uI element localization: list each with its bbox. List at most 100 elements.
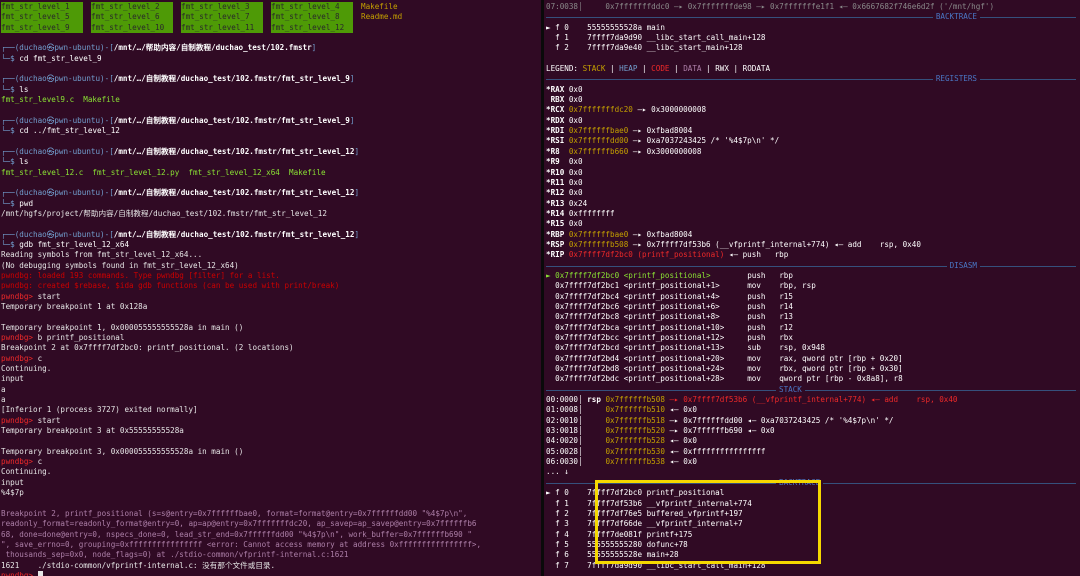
backtrace-row: f 1 7ffff7da9d90 __libc_start_call_main+…	[546, 33, 1080, 43]
ls-row: fmt_str_level_5 fmt_str_level_6 fmt_str_le…	[1, 12, 541, 23]
frame-marker: f 3	[546, 519, 574, 529]
disasm-operands: rbx, qword ptr [rbp + 0x30]	[779, 364, 903, 374]
gdb-line: pwndbg: created $rebase, $ida gdb functi…	[1, 281, 340, 291]
disasm-opcode: push	[747, 291, 780, 301]
gdb-line	[1, 312, 541, 322]
disasm-row: 0x7ffff7df2bc6 <printf_positional+6> pus…	[546, 302, 1080, 312]
disasm-row: 0x7ffff7df2bc4 <printf_positional+4> pus…	[546, 292, 1080, 302]
register-value: 0x0	[568, 167, 583, 177]
disasm-row: 0x7ffff7df2bd4 <printf_positional+20> mo…	[546, 354, 1080, 364]
register-name: *R15	[546, 219, 569, 229]
gdb-line: pwndbg>	[1, 571, 541, 576]
frame-marker: f 6	[546, 550, 574, 560]
stack-register	[587, 416, 605, 425]
stack-address: 0x7ffffffb518	[605, 415, 665, 425]
stack-register	[587, 447, 605, 456]
ls-row: fmt_str_level_1 fmt_str_level_2 fmt_str_le…	[1, 2, 541, 13]
register-value: 0x0	[568, 84, 583, 94]
prompt-frame: ]	[311, 43, 317, 53]
disasm-opcode: push	[747, 301, 780, 311]
command-text: gdb fmt_str_level_12_x64	[19, 239, 130, 249]
disasm-row: 0x7ffff7df2bca <printf_positional+10> pu…	[546, 323, 1080, 333]
register-value: 0x24	[568, 198, 588, 208]
prompt-frame: ]	[349, 115, 355, 125]
stack-row: 04:0020│ 0x7ffffffb528 ◂— 0x0	[546, 436, 1080, 446]
register-value: 0x7ffffffbae0	[568, 229, 629, 239]
disasm-opcode: push	[747, 333, 780, 342]
disasm-location: 0x7ffff7df2bcd <printf_positional+13>	[555, 343, 748, 353]
disasm-location: 0x7ffff7df2bd4 <printf_positional+20>	[555, 353, 748, 363]
current-marker	[546, 281, 555, 290]
register-value: 0x0	[568, 115, 583, 125]
gdb-prompt: pwndbg>	[1, 570, 38, 576]
command-text: ls	[19, 84, 29, 94]
disasm-label: DISASM	[946, 260, 980, 271]
prompt-user: duchao㉿pwn-ubuntu	[19, 74, 101, 84]
legend-sep: |	[605, 64, 620, 74]
disasm-opcode: push	[747, 312, 780, 322]
ls-entry: fmt_str_level_3	[181, 2, 263, 13]
command-line: └─$ pwd	[1, 199, 541, 209]
command-text: cd ../fmt_str_level_12	[19, 126, 120, 136]
register-deref: —▸ 0x3000000008	[632, 105, 707, 115]
gdb-line: [Inferior 1 (process 3727) exited normal…	[1, 405, 198, 415]
disasm-location: 0x7ffff7df2bc6 <printf_positional+6>	[555, 301, 748, 311]
stack-offset: 05:0028	[546, 446, 579, 456]
disasm-operands: rbx	[779, 333, 793, 342]
backtrace-label: BACKTRACE	[932, 12, 980, 23]
register-value: 0x7ffffffb660	[568, 146, 629, 156]
register-row: *R14 0xffffffff	[546, 209, 1080, 219]
prompt-frame: └─$	[1, 157, 20, 167]
register-deref: —▸ 0xfbad8004	[628, 126, 693, 136]
gdb-line: 1621 ./stdio-common/vfprintf-internal.c:…	[1, 560, 276, 570]
register-name: *R9	[546, 157, 569, 167]
frame-marker: f 5	[546, 539, 574, 549]
gdb-line: pwndbg: loaded 193 commands. Type pwndbg…	[1, 270, 280, 280]
gdb-line: Temporary breakpoint 3, 0x00005555555552…	[1, 446, 244, 456]
legend-item: RWX	[715, 64, 729, 74]
frame-symbol: __libc_start_main+128	[646, 43, 743, 53]
legend-line: LEGEND: STACK | HEAP | CODE | DATA | RWX…	[546, 64, 1080, 74]
prompt-line: ┌──(duchao㉿pwn-ubuntu)-[/mnt/…/自制教程/duch…	[1, 116, 541, 126]
frame-marker: f 2	[546, 43, 574, 53]
stack-register	[587, 436, 605, 445]
backtrace-top: ► f 0 55555555528a main f 1 7ffff7da9d90…	[546, 23, 1080, 54]
stack-address: 0x7ffffffb530	[605, 446, 665, 456]
prompt-user: duchao㉿pwn-ubuntu	[19, 115, 101, 125]
gdb-prompt: pwndbg>	[1, 415, 38, 425]
disasm-location: 0x7ffff7df2bca <printf_positional+10>	[555, 322, 748, 332]
frame-symbol: __libc_start_call_main+128	[646, 33, 766, 43]
register-name: *R10	[546, 167, 569, 177]
frame-marker: f 7	[546, 560, 574, 570]
register-value: 0x0	[568, 219, 583, 229]
stack-address: 0x7ffffffb510	[605, 405, 665, 415]
current-marker	[546, 292, 555, 301]
legend-item: RODATA	[742, 64, 771, 74]
command-text: cd fmt_str_level_9	[19, 53, 102, 63]
stack-tail-line: 07:0038│ 0x7fffffffddc0 —▸ 0x7fffffffde9…	[546, 2, 995, 11]
disasm-operands: rbp	[779, 270, 793, 280]
disasm-opcode: mov	[747, 281, 780, 291]
gdb-line: Temporary breakpoint 3 at 0x55555555528a	[1, 426, 184, 436]
command-output: fmt_str_level_12.c fmt_str_level_12.py f…	[1, 167, 326, 177]
legend-sep: |	[637, 64, 652, 74]
frame-marker: ► f 0	[546, 488, 574, 498]
ls-output-grid: fmt_str_level_1 fmt_str_level_2 fmt_str_le…	[1, 2, 541, 34]
disasm-operands: r13	[779, 312, 793, 322]
stack-row: 00:0000│ rsp 0x7ffffffb508 —▸ 0x7ffff7df…	[546, 395, 1080, 405]
gdb-prompt: pwndbg>	[1, 291, 38, 301]
register-value: 0x7fffffffdc20	[568, 105, 633, 115]
legend-sep: |	[728, 64, 743, 74]
frame-address: 55555555528a	[587, 22, 643, 32]
ls-entry: fmt_str_level_1	[1, 2, 83, 13]
left-terminal-pane[interactable]: fmt_str_level_1 fmt_str_level_2 fmt_str_le…	[0, 0, 541, 576]
command-line: └─$ gdb fmt_str_level_12_x64	[1, 240, 541, 250]
prompt-user: duchao㉿pwn-ubuntu	[19, 43, 101, 53]
gdb-command: start	[37, 415, 61, 425]
command-output: /mnt/hgfs/project/帮助内容/自制教程/duchao_test/…	[1, 208, 327, 218]
stack-register	[587, 426, 605, 435]
